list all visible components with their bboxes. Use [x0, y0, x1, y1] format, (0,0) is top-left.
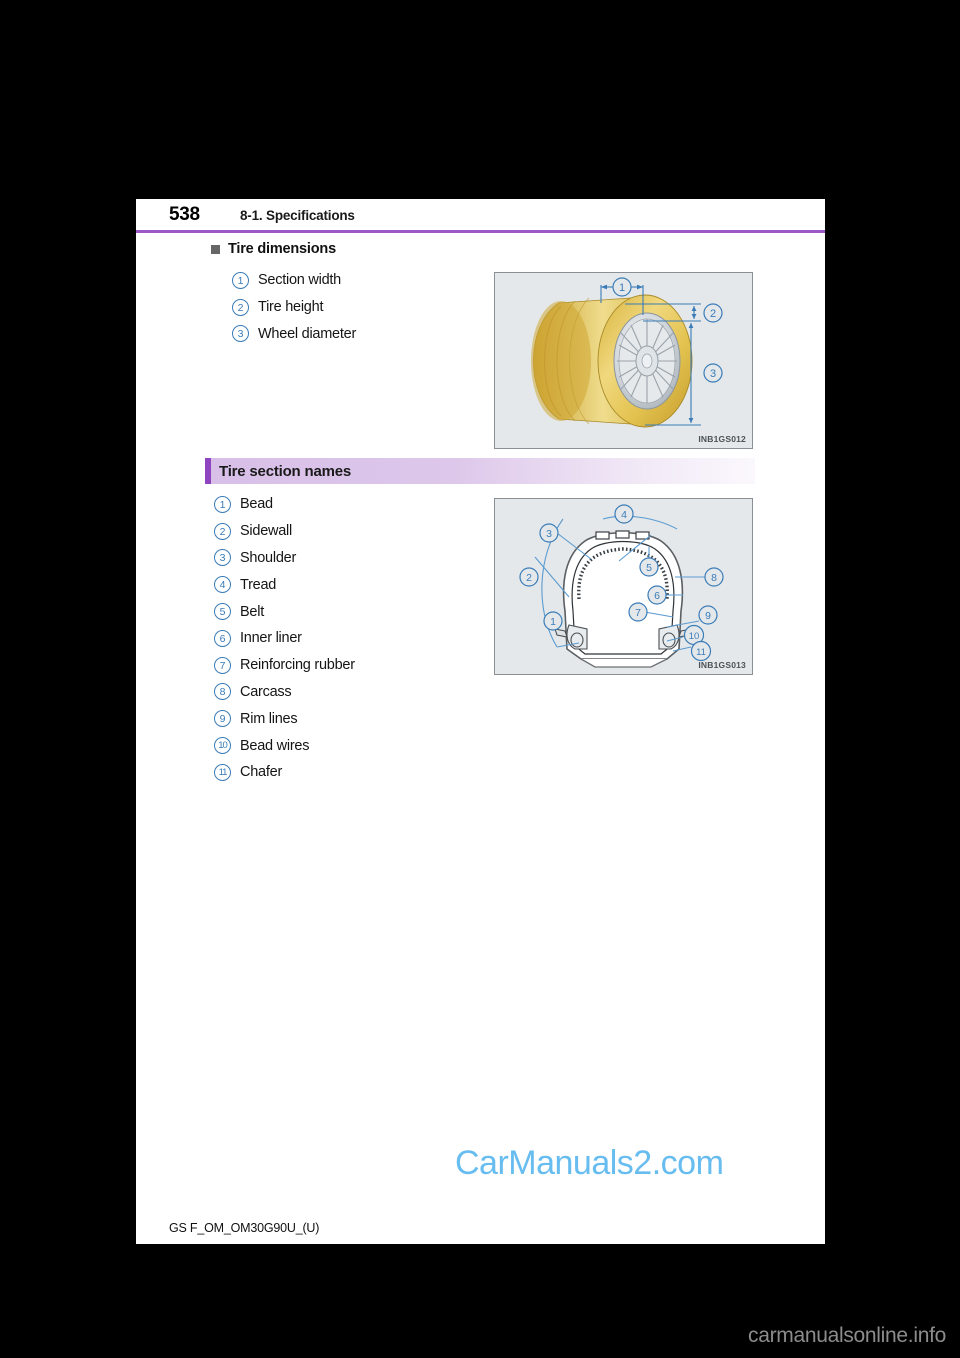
- header-rule: [136, 230, 825, 233]
- list-item-label: Belt: [240, 603, 264, 620]
- svg-text:1: 1: [550, 616, 556, 628]
- list-item: 3 Wheel diameter: [232, 321, 356, 348]
- callout-number: 8: [214, 683, 231, 701]
- svg-text:3: 3: [546, 528, 552, 540]
- figure-code: INB1GS013: [698, 660, 746, 670]
- callout-number: 11: [214, 763, 231, 781]
- callout-number: 5: [214, 603, 231, 621]
- svg-text:9: 9: [705, 610, 711, 622]
- list-item-label: Chafer: [240, 764, 283, 781]
- page-number: 538: [169, 204, 200, 225]
- list-item-label: Bead: [240, 496, 273, 513]
- heading-tire-section-names: Tire section names: [205, 458, 755, 484]
- square-bullet-icon: [211, 244, 220, 254]
- callout-number: 9: [214, 710, 231, 728]
- callout-number: 3: [214, 549, 231, 567]
- svg-text:4: 4: [621, 509, 627, 521]
- svg-text:10: 10: [689, 631, 700, 642]
- list-item: 5 Belt: [214, 598, 355, 625]
- list-item-label: Bead wires: [240, 737, 310, 754]
- list-item-label: Tire height: [258, 299, 324, 316]
- list-item: 1 Section width: [232, 267, 356, 294]
- list-tire-section-names: 1 Bead 2 Sidewall 3 Shoulder 4 Tread 5 B…: [214, 491, 355, 786]
- svg-text:1: 1: [619, 282, 625, 294]
- callout-number: 6: [214, 629, 231, 647]
- svg-text:3: 3: [710, 368, 716, 380]
- list-item: 6 Inner liner: [214, 625, 355, 652]
- page-sheet: 538 8-1. Specifications Tire dimensions …: [136, 199, 825, 1244]
- list-item-label: Section width: [258, 272, 341, 289]
- svg-text:2: 2: [710, 308, 716, 320]
- callout-number: 7: [214, 656, 231, 674]
- list-tire-dimensions: 1 Section width 2 Tire height 3 Wheel di…: [232, 267, 356, 347]
- figure-code: INB1GS012: [698, 434, 746, 444]
- list-item: 1 Bead: [214, 491, 355, 518]
- list-item: 9 Rim lines: [214, 705, 355, 732]
- list-item: 11 Chafer: [214, 759, 355, 786]
- list-item: 2 Tire height: [232, 294, 356, 321]
- callout-number: 4: [214, 576, 231, 594]
- watermark-carmanualsonline: carmanualsonline.info: [748, 1324, 946, 1347]
- list-item-label: Reinforcing rubber: [240, 657, 355, 674]
- list-item: 10 Bead wires: [214, 732, 355, 759]
- tire-dimensions-illustration: 1 2 3: [531, 277, 723, 428]
- callout-number: 1: [232, 271, 249, 289]
- section-title: 8-1. Specifications: [240, 208, 355, 223]
- callout-number: 2: [232, 298, 249, 316]
- list-item-label: Carcass: [240, 683, 292, 700]
- heading-tire-dimensions-label: Tire dimensions: [228, 241, 336, 257]
- svg-text:8: 8: [711, 572, 717, 584]
- svg-text:6: 6: [654, 590, 660, 602]
- callout-number: 3: [232, 325, 249, 343]
- svg-text:7: 7: [635, 607, 641, 619]
- figure-tire-dimensions: 1 2 3 INB1GS012: [494, 272, 753, 449]
- svg-text:2: 2: [526, 572, 532, 584]
- list-item: 3 Shoulder: [214, 545, 355, 572]
- list-item-label: Rim lines: [240, 710, 298, 727]
- list-item: 4 Tread: [214, 571, 355, 598]
- svg-text:5: 5: [646, 562, 652, 574]
- list-item: 2 Sidewall: [214, 518, 355, 545]
- heading-tire-dimensions: Tire dimensions: [211, 241, 336, 257]
- callout-number: 2: [214, 522, 231, 540]
- callout-number: 1: [214, 495, 231, 513]
- list-item-label: Shoulder: [240, 549, 297, 566]
- page-running-head: 538 8-1. Specifications: [136, 199, 825, 233]
- list-item: 8 Carcass: [214, 679, 355, 706]
- list-item-label: Sidewall: [240, 523, 292, 540]
- figure-tire-section: 1 2 3 4 5 6 7 8 9 10 11 INB1GS013: [494, 498, 753, 675]
- tire-cross-section-illustration: 1 2 3 4 5 6 7 8 9 10 11: [519, 504, 724, 668]
- document-footer-code: GS F_OM_OM30G90U_(U): [169, 1221, 320, 1235]
- list-item-label: Inner liner: [240, 630, 302, 647]
- heading-tire-section-names-label: Tire section names: [219, 462, 352, 480]
- list-item-label: Tread: [240, 576, 277, 593]
- callout-number: 10: [214, 737, 231, 755]
- watermark-carmanuals2: CarManuals2.com: [455, 1144, 724, 1182]
- list-item: 7 Reinforcing rubber: [214, 652, 355, 679]
- svg-text:11: 11: [696, 647, 706, 658]
- list-item-label: Wheel diameter: [258, 325, 357, 342]
